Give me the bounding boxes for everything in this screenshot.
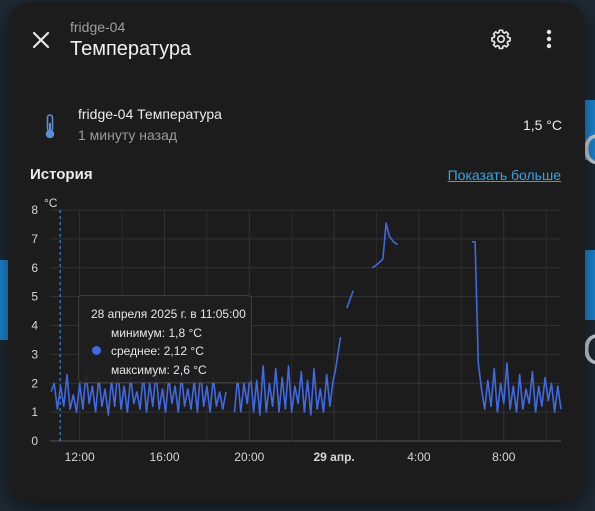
more-options-button[interactable] xyxy=(531,21,567,57)
chart-tooltip: 28 апреля 2025 г. в 11:05:00 минимум: 1,… xyxy=(78,295,252,383)
entity-state-row[interactable]: fridge-04 Температура 1 минуту назад 1,5… xyxy=(38,102,568,150)
dots-vertical-icon xyxy=(546,29,552,49)
temperature-series-line xyxy=(346,290,354,309)
entity-name: fridge-04 Температура xyxy=(78,106,222,122)
y-tick-label: 1 xyxy=(31,405,38,419)
dialog-title: Температура xyxy=(70,38,192,60)
y-tick-label: 2 xyxy=(31,376,38,390)
y-tick-label: 0 xyxy=(31,434,38,448)
dialog-subtitle: fridge-04 xyxy=(70,19,126,35)
background-card-edge xyxy=(585,250,595,320)
tooltip-min: минимум: 1,8 °C xyxy=(111,326,202,340)
entity-last-changed: 1 минуту назад xyxy=(78,127,178,143)
entity-more-info-dialog: fridge-04 Температура fridge-04 Температ… xyxy=(8,2,585,502)
thermometer-icon xyxy=(45,114,55,139)
history-heading: История xyxy=(30,166,93,183)
y-tick-label: 5 xyxy=(31,290,38,304)
y-tick-label: 6 xyxy=(31,261,38,275)
x-tick-label: 29 апр. xyxy=(313,450,354,464)
x-tick-label: 8:00 xyxy=(492,450,516,464)
settings-button[interactable] xyxy=(483,21,519,57)
show-more-link[interactable]: Показать больше xyxy=(448,167,561,183)
close-icon xyxy=(32,31,50,49)
tooltip-series-dot xyxy=(92,346,101,355)
x-tick-label: 12:00 xyxy=(65,450,95,464)
y-tick-label: 7 xyxy=(31,232,38,246)
y-tick-label: 4 xyxy=(31,319,38,333)
close-button[interactable] xyxy=(23,22,59,58)
y-tick-label: 8 xyxy=(31,203,38,217)
y-tick-label: 3 xyxy=(31,347,38,361)
entity-state-value: 1,5 °C xyxy=(522,117,562,133)
background-card-edge xyxy=(0,260,8,340)
x-tick-label: 16:00 xyxy=(149,450,179,464)
x-tick-label: 4:00 xyxy=(407,450,431,464)
tooltip-max: максимум: 2,6 °C xyxy=(111,363,207,377)
gear-icon xyxy=(491,29,511,50)
tooltip-title: 28 апреля 2025 г. в 11:05:00 xyxy=(91,307,246,321)
x-tick-label: 20:00 xyxy=(234,450,264,464)
tooltip-mean: среднее: 2,12 °C xyxy=(111,344,204,358)
y-axis-label: °C xyxy=(44,196,58,210)
